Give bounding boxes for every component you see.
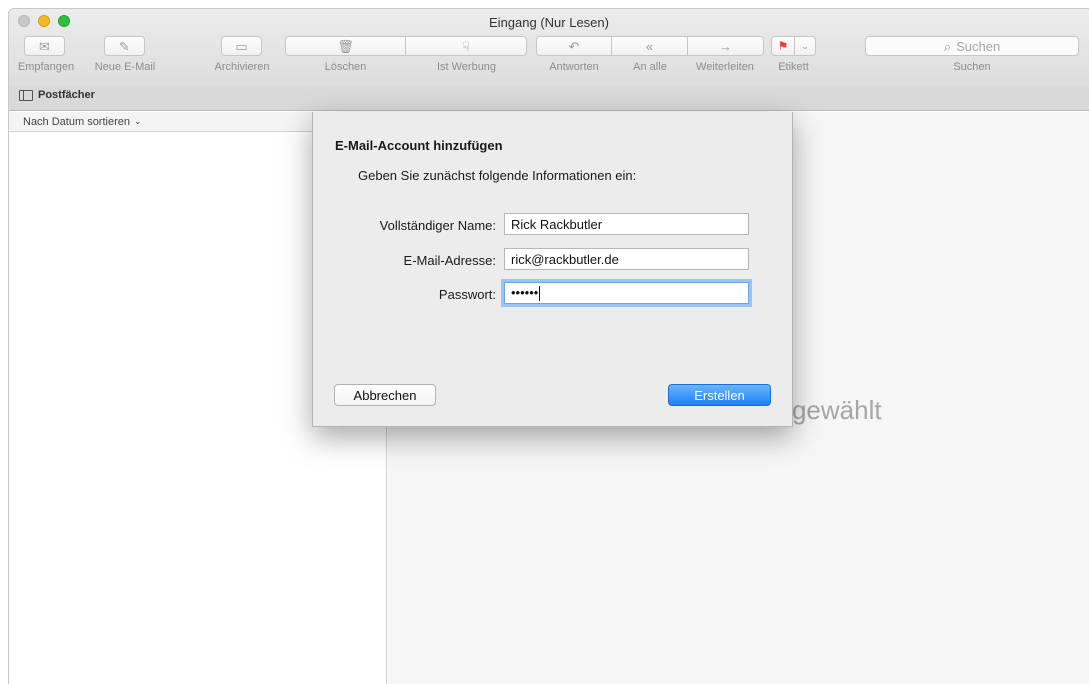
- reply-all-label: An alle: [633, 61, 667, 73]
- magnifier-icon: ⌕: [943, 38, 952, 54]
- flag-icon: ⚑: [777, 39, 789, 53]
- email-label: E-Mail-Adresse:: [403, 253, 496, 268]
- receive-button[interactable]: ✉: [24, 36, 65, 56]
- password-dots: ••••••: [511, 285, 539, 300]
- forward-label: Weiterleiten: [696, 61, 754, 73]
- archive-button[interactable]: ▭: [221, 36, 262, 56]
- flag-label: Etikett: [778, 61, 809, 73]
- sidebar-icon: [19, 89, 33, 101]
- junk-button[interactable]: ☟: [406, 36, 527, 56]
- receive-label: Empfangen: [17, 61, 75, 73]
- delete-label: Löschen: [324, 61, 367, 73]
- archive-box-icon: ▭: [235, 38, 248, 54]
- archive-label: Archivieren: [214, 61, 270, 73]
- password-input[interactable]: ••••••: [504, 282, 749, 304]
- password-label: Passwort:: [438, 287, 496, 302]
- thumbs-down-icon: ☟: [462, 38, 470, 54]
- flag-button[interactable]: ⚑: [771, 36, 795, 56]
- search-placeholder: Suchen: [956, 38, 1001, 54]
- full-name-label: Vollständiger Name:: [379, 218, 496, 233]
- reply-all-button[interactable]: «: [612, 36, 688, 56]
- sort-label: Nach Datum sortieren: [23, 116, 130, 128]
- reply-all-icon: «: [645, 38, 654, 54]
- create-button[interactable]: Erstellen: [668, 384, 771, 406]
- email-input[interactable]: [504, 248, 749, 270]
- reply-label: Antworten: [549, 61, 599, 73]
- delete-button[interactable]: 🗑: [285, 36, 406, 56]
- compose-icon: ✎: [119, 38, 130, 54]
- chevron-down-icon: ⌄: [801, 40, 809, 51]
- chevron-down-icon: ⌄: [134, 116, 142, 126]
- dialog-intro: Geben Sie zunächst folgende Informatione…: [358, 168, 637, 183]
- junk-label: Ist Werbung: [436, 61, 497, 73]
- full-name-input[interactable]: [504, 213, 749, 235]
- toolbar: ✉ Empfangen ✎ Neue E-Mail ▭ Archivieren …: [9, 36, 1089, 86]
- text-caret: [539, 286, 541, 302]
- reply-button[interactable]: ↶: [536, 36, 612, 56]
- new-mail-label: Neue E-Mail: [94, 61, 156, 73]
- add-account-dialog: E-Mail-Account hinzufügen Geben Sie zunä…: [312, 112, 793, 427]
- forward-arrow-icon: →: [719, 38, 732, 54]
- favorites-bar: Postfächer: [9, 86, 1089, 111]
- window-title: Eingang (Nur Lesen): [489, 15, 609, 30]
- cancel-button[interactable]: Abbrechen: [334, 384, 436, 406]
- trash-icon: 🗑: [337, 38, 354, 54]
- search-label: Suchen: [953, 61, 991, 73]
- flag-menu-button[interactable]: ⌄: [795, 36, 816, 56]
- mailboxes-label: Postfächer: [38, 89, 95, 101]
- new-mail-button[interactable]: ✎: [104, 36, 145, 56]
- forward-button[interactable]: →: [688, 36, 764, 56]
- search-field[interactable]: ⌕ Suchen: [865, 36, 1079, 56]
- titlebar: Eingang (Nur Lesen) ✉ Empfangen ✎ Neue E…: [9, 9, 1089, 93]
- mailboxes-toggle[interactable]: Postfächer: [19, 89, 95, 101]
- reply-arrow-icon: ↶: [568, 38, 580, 54]
- envelope-icon: ✉: [39, 38, 50, 54]
- dialog-title: E-Mail-Account hinzufügen: [335, 138, 503, 153]
